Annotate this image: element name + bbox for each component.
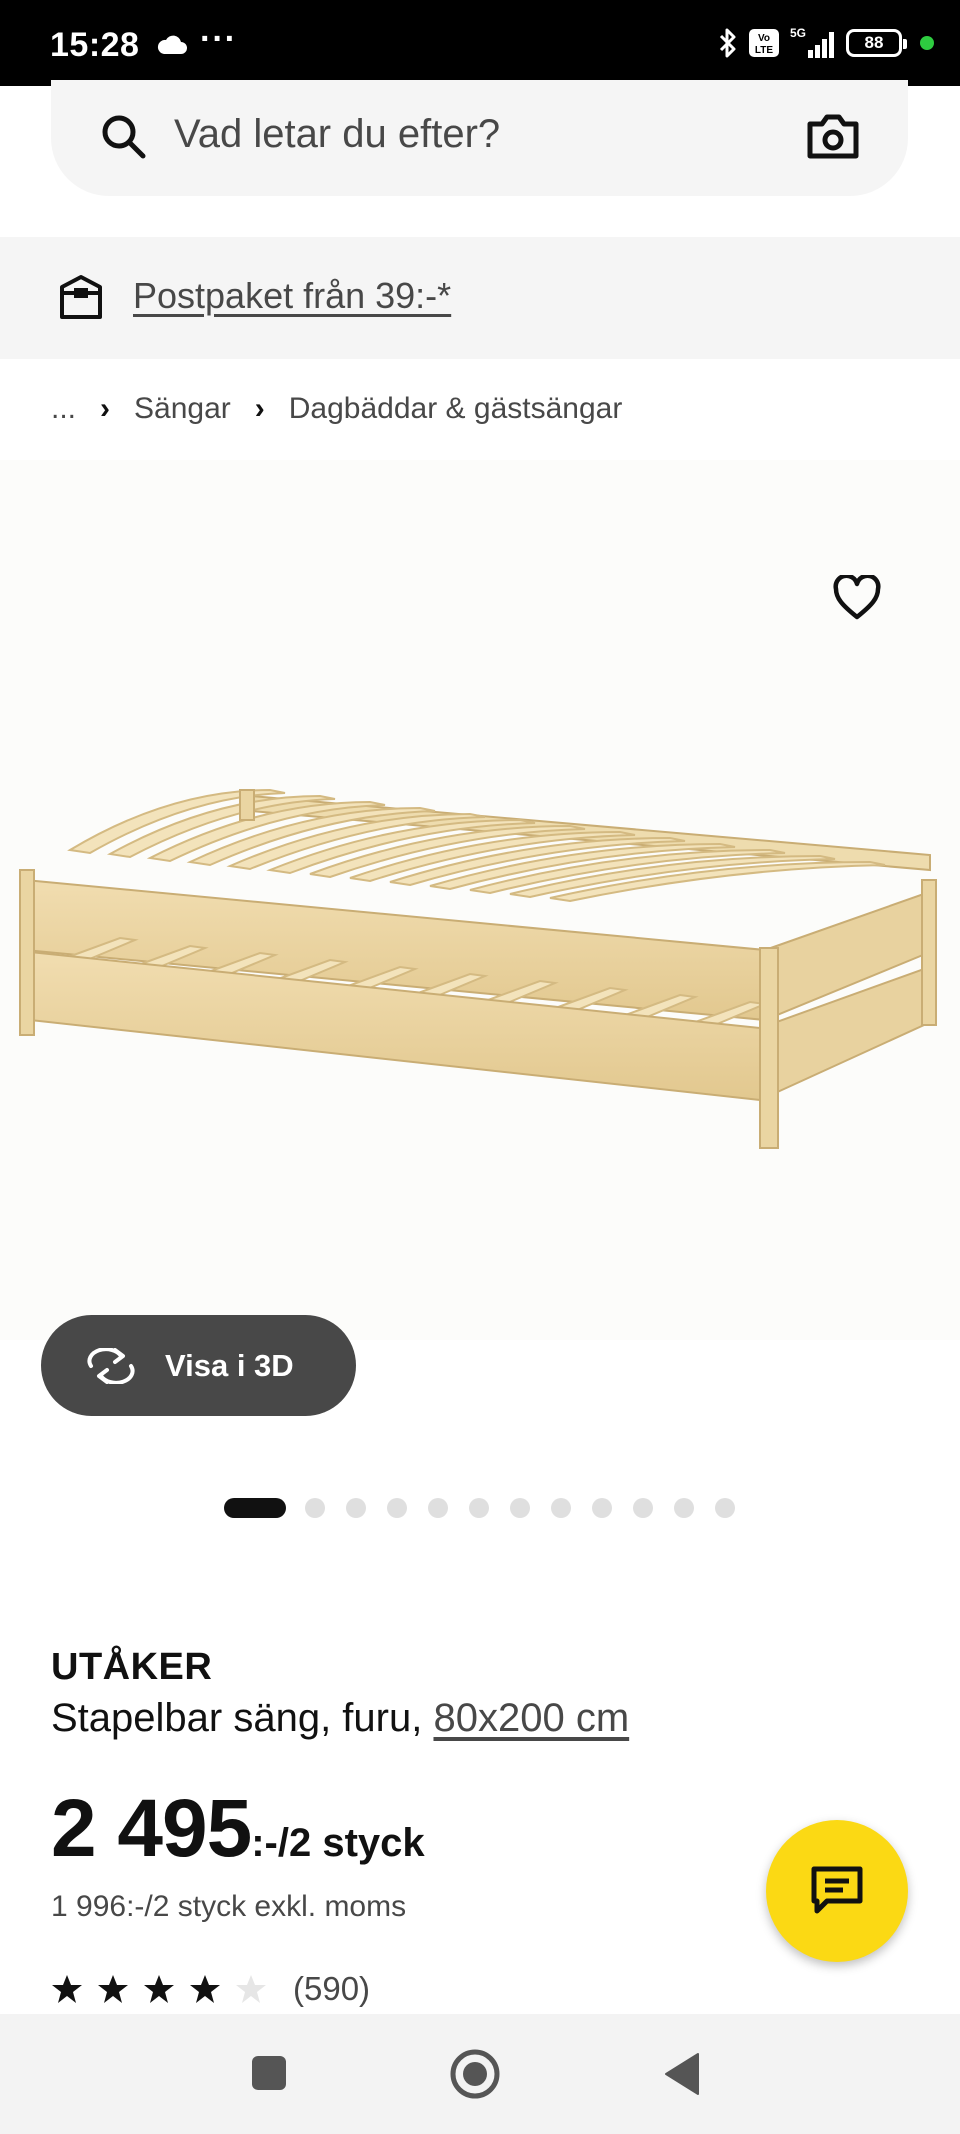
star-filled-icon [144,1975,174,2003]
star-filled-icon [52,1975,82,2003]
shipping-offer-link[interactable]: Postpaket från 39:-* [133,275,451,317]
parcel-icon [60,275,102,319]
price-excl-vat: 1 996:-/2 styck exkl. moms [51,1890,407,1923]
search-bar[interactable]: Vad letar du efter? [51,80,908,196]
breadcrumb: ... › Sängar › Dagbäddar & gästsängar [51,392,622,426]
carousel-dot[interactable] [551,1498,571,1518]
breadcrumb-ellipsis[interactable]: ... [51,392,76,426]
product-price: 2 495 :-/2 styck [51,1782,425,1876]
status-time: 15:28 [50,26,140,64]
svg-text:Vo: Vo [758,33,770,44]
carousel-dot[interactable] [633,1498,653,1518]
product-description: Stapelbar säng, furu, 80x200 cm [51,1696,629,1741]
cloud-icon [157,35,187,54]
carousel-dot[interactable] [592,1498,612,1518]
view-3d-button[interactable]: Visa i 3D [41,1315,356,1416]
carousel-dot-active[interactable] [224,1498,286,1518]
privacy-indicator-dot [920,36,934,50]
shipping-banner: Postpaket från 39:-* [0,237,960,359]
carousel-dot[interactable] [346,1498,366,1518]
carousel-dot[interactable] [674,1498,694,1518]
search-input[interactable]: Vad letar du efter? [174,112,500,157]
heart-icon[interactable] [832,575,882,621]
rotate-3d-icon [87,1347,135,1384]
bed-illustration [19,788,937,1149]
carousel-dot[interactable] [305,1498,325,1518]
battery-icon: 88 [846,29,907,57]
breadcrumb-item-beds[interactable]: Sängar [134,392,231,426]
carousel-dot[interactable] [510,1498,530,1518]
battery-level: 88 [864,33,884,52]
home-icon[interactable] [449,2048,501,2100]
status-more-icon: ··· [200,20,237,58]
product-name: UTÅKER [51,1646,213,1688]
svg-text:LTE: LTE [755,45,773,56]
svg-text:5G: 5G [790,26,806,40]
view-3d-label: Visa i 3D [165,1347,294,1383]
product-type: Stapelbar säng, furu, [51,1696,423,1740]
recents-icon[interactable] [250,2054,288,2092]
carousel-dot[interactable] [715,1498,735,1518]
star-filled-icon [190,1975,220,2003]
signal-icon: 5G [790,26,834,58]
product-size-link[interactable]: 80x200 cm [433,1696,629,1740]
chevron-right-icon: › [100,392,111,425]
chevron-right-icon: › [254,392,265,425]
product-rating[interactable]: (590) [51,1970,370,2008]
price-amount: 2 495 [51,1783,252,1874]
bluetooth-icon [719,28,736,58]
chat-icon [811,1866,863,1914]
chat-button[interactable] [766,1820,908,1962]
product-image[interactable] [0,460,960,1340]
star-empty-icon [236,1975,266,2003]
status-indicators: Vo LTE 5G 88 [718,26,934,60]
image-carousel-indicator[interactable] [224,1498,756,1518]
carousel-dot[interactable] [469,1498,489,1518]
search-icon[interactable] [97,110,151,164]
star-filled-icon [98,1975,128,2003]
review-count[interactable]: (590) [293,1970,370,2008]
carousel-dot[interactable] [387,1498,407,1518]
price-unit: :-/2 styck [251,1821,425,1865]
back-icon[interactable] [662,2052,702,2096]
status-bar: 15:28 ··· Vo LTE 5G 88 [0,0,960,86]
camera-icon[interactable] [804,110,862,164]
volte-icon: Vo LTE [749,29,779,57]
breadcrumb-item-daybeds[interactable]: Dagbäddar & gästsängar [289,392,623,426]
carousel-dot[interactable] [428,1498,448,1518]
system-nav-bar [0,2014,960,2134]
